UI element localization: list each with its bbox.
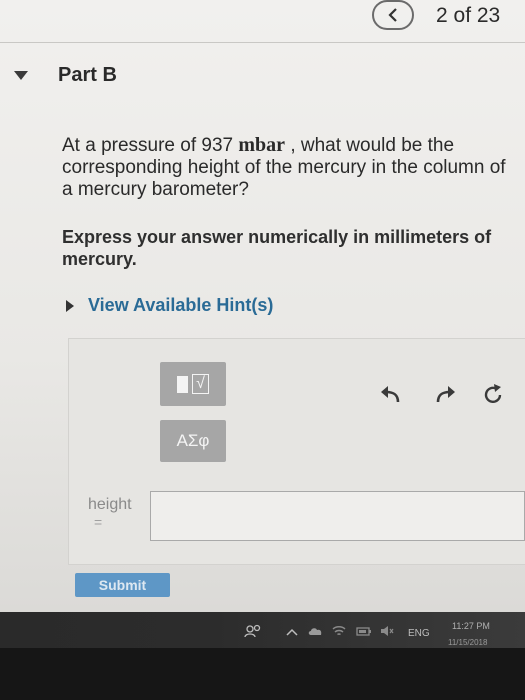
previous-question-button[interactable] — [372, 0, 414, 30]
height-answer-input[interactable] — [150, 491, 525, 541]
part-title: Part B — [58, 64, 117, 86]
undo-icon[interactable] — [378, 382, 404, 408]
volume-icon[interactable] — [380, 625, 394, 637]
equals-sign: = — [94, 514, 103, 530]
people-icon[interactable] — [244, 624, 262, 638]
taskbar-date[interactable]: 11/15/2018 — [448, 638, 487, 647]
submit-button[interactable]: Submit — [75, 573, 170, 597]
language-indicator[interactable]: ENG — [408, 628, 430, 639]
battery-icon[interactable] — [356, 625, 372, 637]
wifi-icon[interactable] — [332, 625, 346, 637]
part-b-header[interactable]: Part B — [14, 64, 117, 87]
taskbar-clock[interactable]: 11:27 PM — [452, 621, 490, 631]
height-label: height — [88, 496, 132, 513]
view-hints-label: View Available Hint(s) — [88, 295, 274, 315]
view-hints-link[interactable]: View Available Hint(s) — [66, 295, 273, 316]
browser-page: 2 of 23 Part B At a pressure of 937 mbar… — [0, 0, 525, 648]
collapse-caret-icon — [14, 71, 28, 80]
question-text: At a pressure of 937 mbar , what would b… — [62, 134, 510, 201]
chevron-up-icon[interactable] — [286, 628, 298, 636]
header-divider — [0, 42, 525, 43]
reset-icon[interactable] — [480, 382, 506, 408]
question-nav: 2 of 23 — [0, 0, 525, 40]
monitor-bezel — [0, 648, 525, 700]
windows-taskbar — [0, 612, 525, 648]
question-text-before: At a pressure of 937 — [62, 135, 239, 156]
chevron-left-icon — [388, 8, 397, 22]
greek-symbols-button[interactable]: ΑΣφ — [160, 420, 226, 462]
cloud-icon[interactable] — [308, 626, 324, 636]
square-root-icon: √ — [192, 374, 209, 394]
expand-caret-icon — [66, 299, 74, 312]
redo-icon[interactable] — [432, 382, 458, 408]
template-box-icon — [177, 375, 189, 393]
pressure-unit: mbar — [238, 134, 286, 156]
templates-button[interactable]: √ — [160, 362, 226, 406]
answer-instruction: Express your answer numerically in milli… — [62, 227, 492, 269]
question-counter: 2 of 23 — [436, 4, 501, 27]
